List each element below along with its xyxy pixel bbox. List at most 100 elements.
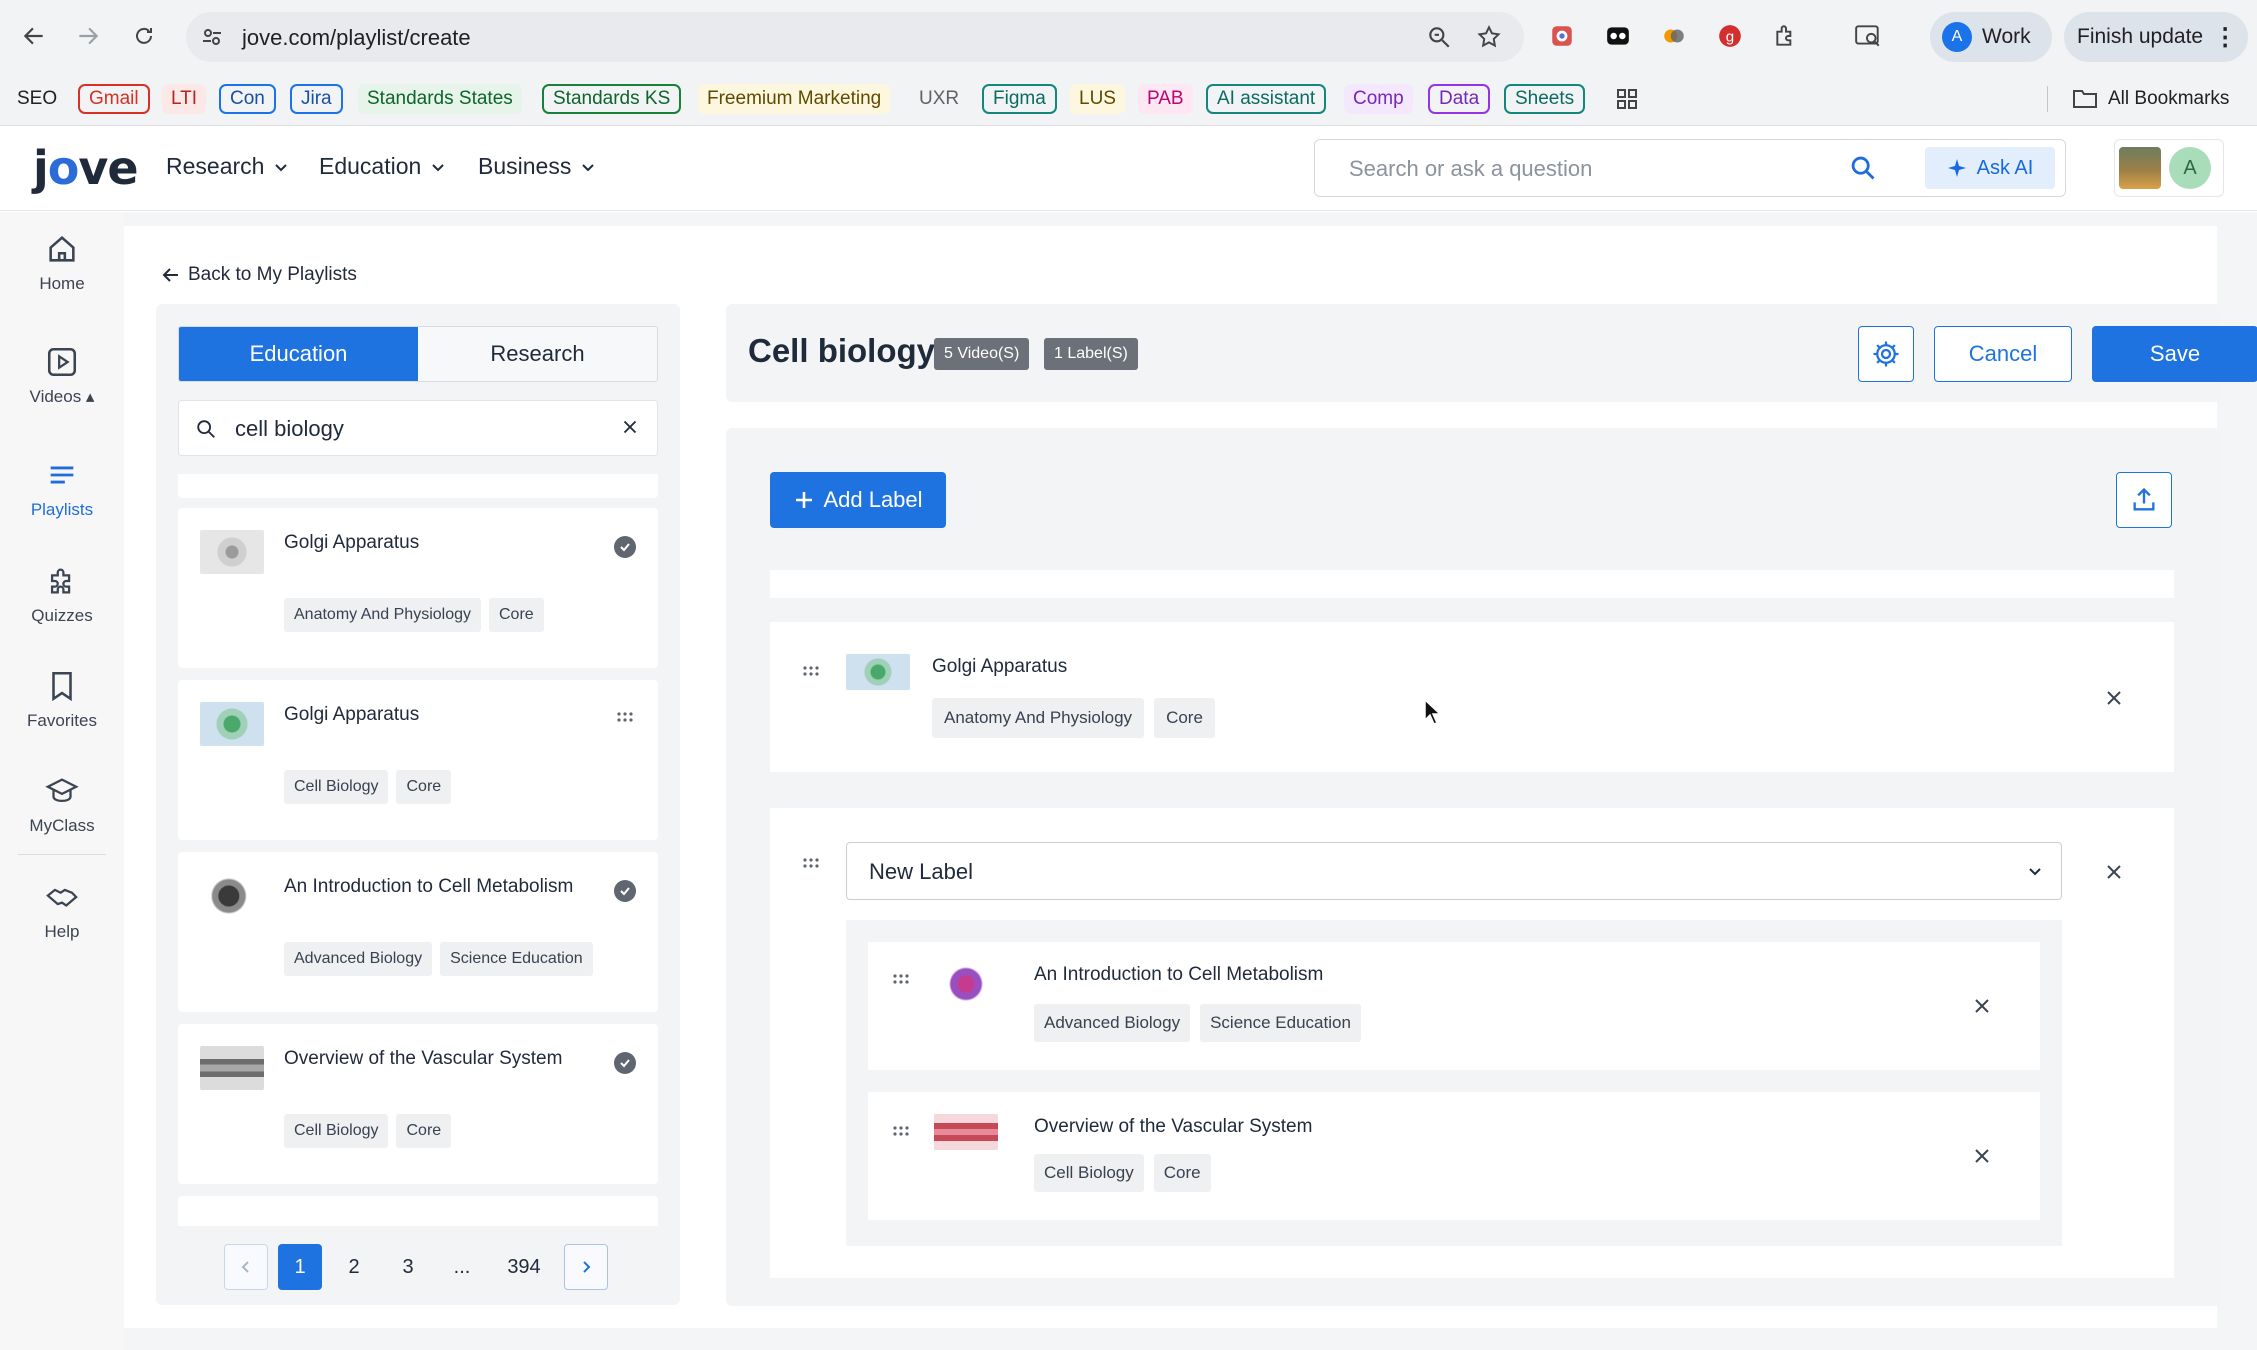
ask-ai-button[interactable]: Ask AI xyxy=(1925,147,2055,189)
settings-button[interactable] xyxy=(1858,326,1914,382)
result-title: Overview of the Vascular System xyxy=(284,1048,563,1069)
screenshot-extension-icon[interactable] xyxy=(1546,20,1578,52)
bookmark-freemium-marketing[interactable]: Freemium Marketing xyxy=(698,84,891,114)
rail-item-label: Playlists xyxy=(30,500,94,519)
clear-search-icon[interactable] xyxy=(619,416,641,443)
export-button[interactable] xyxy=(2116,472,2172,528)
grammarly-extension-icon[interactable]: g xyxy=(1714,20,1746,52)
playlist-title[interactable]: Cell biology xyxy=(748,332,935,370)
tag: Cell Biology xyxy=(284,1114,389,1148)
tag: Anatomy And Physiology xyxy=(932,698,1145,738)
drag-handle-icon[interactable] xyxy=(802,664,820,682)
site-settings-icon[interactable] xyxy=(200,25,224,54)
bookmark-ai-assistant[interactable]: AI assistant xyxy=(1206,84,1327,114)
search-icon[interactable] xyxy=(1849,154,1877,187)
rail-item-playlists[interactable]: Playlists xyxy=(0,458,124,538)
remove-item-icon[interactable] xyxy=(2102,686,2126,710)
bookmark-star-icon[interactable] xyxy=(1476,24,1502,55)
user-avatar: A xyxy=(2169,147,2211,189)
rail-item-home[interactable]: Home xyxy=(0,232,124,312)
page-last[interactable]: 394 xyxy=(494,1244,554,1290)
library-result[interactable]: Golgi Apparatus Anatomy And Physiology C… xyxy=(178,508,658,668)
global-search[interactable]: Search or ask a question Ask AI xyxy=(1314,139,2066,197)
page-2[interactable]: 2 xyxy=(332,1244,376,1290)
rail-item-help[interactable]: Help xyxy=(0,880,124,960)
added-check-icon xyxy=(614,1052,636,1074)
bookmark-pab[interactable]: PAB xyxy=(1138,84,1193,114)
nav-research[interactable]: Research xyxy=(166,153,288,180)
rail-item-favorites[interactable]: Favorites xyxy=(0,669,124,749)
extensions-puzzle-icon[interactable] xyxy=(1770,20,1802,52)
finish-update-button[interactable]: Finish update ⋮ xyxy=(2064,12,2248,62)
bookmark-comp[interactable]: Comp xyxy=(1344,84,1413,114)
user-menu[interactable]: A xyxy=(2114,139,2224,197)
library-result[interactable]: Golgi Apparatus Cell Biology Core xyxy=(178,680,658,840)
playlist-editor: Back to My Playlists Education Research … xyxy=(124,226,2257,1328)
rail-item-label: Quizzes xyxy=(31,606,93,625)
video-thumbnail xyxy=(200,702,264,746)
tag: Science Education xyxy=(440,942,593,976)
rail-item-videos[interactable]: Videos ▴ xyxy=(0,345,124,425)
rail-item-quizzes[interactable]: Quizzes xyxy=(0,564,124,644)
bookmark-lti[interactable]: LTI xyxy=(162,84,207,114)
page-3[interactable]: 3 xyxy=(386,1244,430,1290)
drag-handle-icon[interactable] xyxy=(616,710,634,728)
library-result[interactable]: Overview of the Vascular System Cell Bio… xyxy=(178,1024,658,1184)
chevron-down-icon xyxy=(275,163,288,171)
library-search-input[interactable]: cell biology xyxy=(235,416,344,442)
next-page-button[interactable] xyxy=(564,1244,608,1290)
nav-business[interactable]: Business xyxy=(478,153,595,180)
drag-handle-icon[interactable] xyxy=(802,856,820,874)
bookmark-lus[interactable]: LUS xyxy=(1070,84,1125,114)
bookmark-standards-states[interactable]: Standards States xyxy=(358,84,522,114)
nav-education[interactable]: Education xyxy=(319,153,445,180)
search-input[interactable]: Search or ask a question xyxy=(1349,156,1592,182)
playlist-item[interactable]: Overview of the Vascular System Cell Bio… xyxy=(868,1092,2040,1220)
apps-grid-icon[interactable] xyxy=(1606,84,1648,114)
drag-handle-icon[interactable] xyxy=(892,1124,910,1142)
jove-logo[interactable]: jove xyxy=(33,141,139,195)
zoom-icon[interactable] xyxy=(1426,24,1452,55)
label-select[interactable]: New Label xyxy=(846,842,2062,900)
page-1[interactable]: 1 xyxy=(278,1244,322,1290)
cancel-button[interactable]: Cancel xyxy=(1934,326,2072,382)
drag-handle-icon[interactable] xyxy=(892,972,910,990)
save-button[interactable]: Save xyxy=(2092,326,2257,382)
tag: Cell Biology xyxy=(284,770,389,804)
pagination: 1 2 3 ... 394 xyxy=(224,1244,608,1290)
url-text[interactable]: jove.com/playlist/create xyxy=(242,25,471,51)
bookmark-sheets[interactable]: Sheets xyxy=(1504,84,1586,114)
bookmark-gmail[interactable]: Gmail xyxy=(78,84,150,114)
reload-icon[interactable] xyxy=(126,18,162,54)
tab-research[interactable]: Research xyxy=(418,327,657,381)
tab-search-icon[interactable] xyxy=(1852,20,1884,52)
rail-item-myclass[interactable]: MyClass xyxy=(0,774,124,854)
color-extension-icon[interactable] xyxy=(1658,20,1690,52)
bookmark-con[interactable]: Con xyxy=(219,84,276,114)
address-bar[interactable]: jove.com/playlist/create xyxy=(186,12,1524,62)
playlist-item[interactable]: Golgi Apparatus Anatomy And Physiology C… xyxy=(770,622,2174,772)
tag: Anatomy And Physiology xyxy=(284,598,481,632)
back-arrow-icon[interactable] xyxy=(16,18,52,54)
bookmark-uxr[interactable]: UXR xyxy=(910,84,968,114)
bookmark-seo[interactable]: SEO xyxy=(8,84,66,114)
back-to-playlists-link[interactable]: Back to My Playlists xyxy=(162,264,357,286)
bookmark-standards-ks[interactable]: Standards KS xyxy=(542,84,682,114)
remove-item-icon[interactable] xyxy=(1970,1144,1994,1168)
remove-label-icon[interactable] xyxy=(2102,860,2126,884)
profile-button[interactable]: A Work xyxy=(1930,12,2052,62)
rail-item-label: Home xyxy=(39,274,85,293)
bookmark-jira[interactable]: Jira xyxy=(290,84,343,114)
library-search[interactable]: cell biology xyxy=(178,400,658,456)
all-bookmarks[interactable]: All Bookmarks xyxy=(2072,84,2229,114)
library-result[interactable]: An Introduction to Cell Metabolism Advan… xyxy=(178,852,658,1012)
bookmark-figma[interactable]: Figma xyxy=(982,84,1057,114)
tab-education[interactable]: Education xyxy=(179,327,418,381)
media-extension-icon[interactable] xyxy=(1602,20,1634,52)
forward-arrow-icon[interactable] xyxy=(70,18,106,54)
remove-item-icon[interactable] xyxy=(1970,994,1994,1018)
prev-page-button[interactable] xyxy=(224,1244,268,1290)
bookmark-data[interactable]: Data xyxy=(1428,84,1491,114)
playlist-item[interactable]: An Introduction to Cell Metabolism Advan… xyxy=(868,942,2040,1070)
add-label-button[interactable]: Add Label xyxy=(770,472,946,528)
